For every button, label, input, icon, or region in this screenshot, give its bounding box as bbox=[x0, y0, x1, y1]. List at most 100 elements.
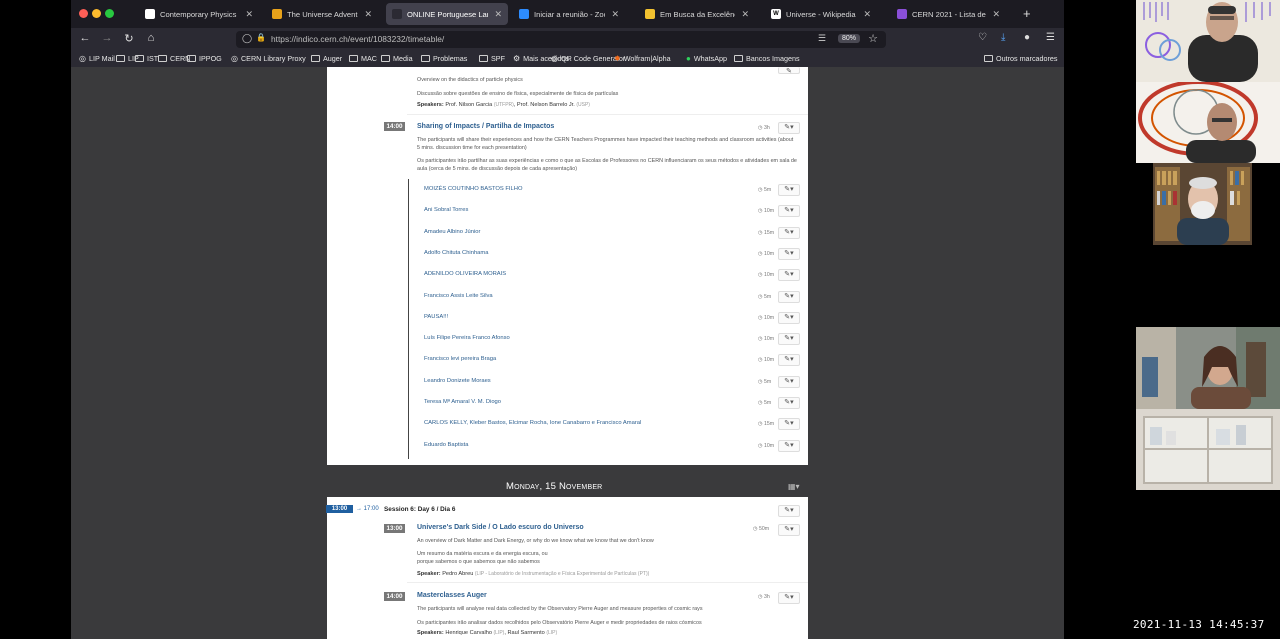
reader-view-icon[interactable]: ☰ bbox=[818, 33, 826, 44]
participant-video-2[interactable] bbox=[1136, 82, 1280, 163]
tab-title: The Universe Adventure - Th bbox=[287, 9, 358, 19]
subcontribution-title[interactable]: Ani Sobral Torres bbox=[424, 207, 468, 213]
speaker-name[interactable]: Prof. Nilson Garcia bbox=[445, 102, 492, 108]
bookmark-item[interactable]: MAC bbox=[349, 54, 377, 63]
speaker-affiliation: (UTFPR) bbox=[493, 102, 514, 108]
bookmark-item[interactable]: ✸ Wolfram|Alpha bbox=[614, 54, 671, 63]
browser-tab[interactable]: Em Busca da Excelência (20 ✕ bbox=[639, 3, 755, 25]
reload-icon[interactable]: ↻ bbox=[121, 32, 137, 45]
bookmark-item[interactable]: ◎ LIP Mail bbox=[79, 54, 115, 63]
browser-tab[interactable]: Iniciar a reunião - Zoom ✕ bbox=[513, 3, 625, 25]
contribution-title[interactable]: Masterclasses Auger bbox=[417, 592, 487, 599]
subcontribution-title[interactable]: MOIZÉS COUTINHO BASTOS FILHO bbox=[424, 186, 522, 192]
star-bookmark-icon[interactable]: ☆ bbox=[868, 32, 878, 45]
maximize-window-button[interactable] bbox=[105, 9, 114, 18]
speaker-name[interactable]: , Raul Sarmento bbox=[504, 630, 544, 636]
url-text[interactable]: https://indico.cern.ch/event/1083232/tim… bbox=[271, 34, 444, 44]
edit-button[interactable]: ✎▾ bbox=[778, 333, 800, 346]
subcontribution-title[interactable]: Francisco levi pereira Braga bbox=[424, 356, 496, 362]
subcontribution-title[interactable]: Teresa Mª Amaral V. M. Diogo bbox=[424, 399, 501, 405]
session-title[interactable]: Session 6: Day 6 / Dia 6 bbox=[384, 506, 455, 513]
bookmark-item[interactable]: CERN bbox=[158, 54, 190, 63]
edit-button[interactable]: ✎▾ bbox=[778, 354, 800, 367]
minimize-window-button[interactable] bbox=[92, 9, 101, 18]
speaker-name[interactable]: Henrique Carvalho bbox=[445, 630, 492, 636]
close-tab-icon[interactable]: ✕ bbox=[494, 9, 502, 20]
edit-button[interactable]: ✎▾ bbox=[778, 397, 800, 409]
contribution-speakers: Speakers: Prof. Nilson Garcia (UTFPR), P… bbox=[417, 102, 590, 108]
back-arrow-icon[interactable]: ← bbox=[77, 32, 93, 44]
participant-video-1[interactable] bbox=[1136, 0, 1280, 82]
subcontribution-title[interactable]: Amadeu Albino Júnior bbox=[424, 229, 480, 235]
edit-button[interactable]: ✎▾ bbox=[778, 311, 800, 324]
edit-button[interactable]: ✎▾ bbox=[778, 524, 800, 536]
edit-button[interactable]: ✎▾ bbox=[778, 205, 800, 218]
edit-button[interactable]: ✎ bbox=[778, 67, 800, 75]
url-bar[interactable]: ◯ 🔒 https://indico.cern.ch/event/1083232… bbox=[236, 31, 886, 48]
bookmark-item[interactable]: Problemas bbox=[421, 54, 467, 63]
forward-arrow-icon[interactable]: → bbox=[99, 32, 115, 44]
contribution-title[interactable]: Universe's Dark Side / O Lado escuro do … bbox=[417, 524, 584, 531]
edit-button[interactable]: ✎▾ bbox=[778, 247, 800, 260]
edit-button[interactable]: ✎▾ bbox=[778, 439, 800, 452]
close-window-button[interactable] bbox=[79, 9, 88, 18]
subcontribution-title[interactable]: Adolfo Chituta Chinhama bbox=[424, 250, 488, 256]
close-tab-icon[interactable]: ✕ bbox=[611, 9, 619, 20]
bookmark-label: WhatsApp bbox=[693, 54, 728, 63]
participant-video-4[interactable] bbox=[1136, 327, 1280, 490]
calendar-icon[interactable]: ▦▾ bbox=[788, 482, 800, 491]
lock-icon[interactable]: 🔒 bbox=[256, 33, 266, 42]
subcontribution-title[interactable]: CARLOS KELLY, Kleber Bastos, Elcimar Roc… bbox=[424, 420, 641, 426]
browser-tab[interactable]: ONLINE Portuguese Langua ✕ bbox=[386, 3, 508, 25]
edit-button[interactable]: ✎▾ bbox=[778, 505, 800, 517]
browser-tab[interactable]: CERN 2021 - Lista de prese ✕ bbox=[891, 3, 1006, 25]
new-tab-button[interactable]: + bbox=[1023, 6, 1031, 21]
subcontribution-title[interactable]: Eduardo Baptista bbox=[424, 442, 468, 448]
edit-button[interactable]: ✎▾ bbox=[778, 375, 800, 388]
participant-video-3[interactable] bbox=[1153, 163, 1252, 245]
extensions-icon[interactable]: ● bbox=[1024, 32, 1030, 43]
subcontribution-duration: ◷ 15m bbox=[758, 230, 774, 236]
subcontribution-title[interactable]: ADENILDO OLIVEIRA MORAIS bbox=[424, 271, 506, 277]
close-tab-icon[interactable]: ✕ bbox=[992, 9, 1000, 20]
close-tab-icon[interactable]: ✕ bbox=[245, 9, 253, 20]
browser-tab[interactable]: The Universe Adventure - Th ✕ bbox=[266, 3, 378, 25]
home-icon[interactable]: ⌂ bbox=[143, 32, 159, 44]
speaker-name[interactable]: , Prof. Nelson Barrelo Jr. bbox=[514, 102, 575, 108]
edit-button[interactable]: ✎▾ bbox=[778, 122, 800, 134]
edit-button[interactable]: ✎▾ bbox=[778, 290, 800, 303]
bookmark-item[interactable]: IPPOG bbox=[187, 54, 222, 63]
contribution-description-en: The participants will analyse real data … bbox=[417, 606, 703, 612]
browser-tab[interactable]: W Universe - Wikipedia ✕ bbox=[765, 3, 877, 25]
bookmark-item[interactable]: Bancos Imagens bbox=[734, 54, 800, 63]
bookmark-item[interactable]: SPF bbox=[479, 54, 505, 63]
bookmark-item[interactable]: Outros marcadores bbox=[984, 54, 1058, 63]
contribution-title[interactable]: Sharing of Impacts / Partilha de Impacto… bbox=[417, 123, 554, 130]
bookmark-item[interactable]: ◎ CERN Library Proxy bbox=[231, 54, 306, 63]
subcontribution-title[interactable]: Leandro Donizete Moraes bbox=[424, 378, 491, 384]
menu-icon[interactable]: ☰ bbox=[1046, 32, 1055, 43]
edit-button[interactable]: ✎▾ bbox=[778, 184, 800, 196]
bookmark-item[interactable]: IST bbox=[135, 54, 158, 63]
pocket-icon[interactable]: ♡ bbox=[978, 32, 987, 43]
speaker-name[interactable]: Pedro Abreu bbox=[442, 571, 473, 577]
shield-icon[interactable]: ◯ bbox=[242, 33, 252, 44]
zoom-level-badge[interactable]: 80% bbox=[837, 34, 860, 43]
subcontribution-title[interactable]: Luís Filipe Pereira Franco Afonso bbox=[424, 335, 510, 341]
edit-button[interactable]: ✎▾ bbox=[778, 418, 800, 431]
edit-button[interactable]: ✎▾ bbox=[778, 269, 800, 282]
browser-tab[interactable]: Contemporary Physics Edu ✕ bbox=[139, 3, 259, 25]
bookmark-item[interactable]: ● WhatsApp bbox=[686, 54, 727, 63]
edit-button[interactable]: ✎▾ bbox=[778, 226, 800, 239]
downloads-icon[interactable]: ⤓ bbox=[1001, 32, 1005, 43]
close-tab-icon[interactable]: ✕ bbox=[863, 9, 871, 20]
subcontribution-duration: ◷ 5m bbox=[758, 400, 771, 406]
bookmark-item[interactable]: Auger bbox=[311, 54, 342, 63]
bookmark-item[interactable]: Media bbox=[381, 54, 413, 63]
close-tab-icon[interactable]: ✕ bbox=[364, 9, 372, 20]
participant-video-frame bbox=[1136, 327, 1280, 490]
close-tab-icon[interactable]: ✕ bbox=[741, 9, 749, 20]
subcontribution-title[interactable]: PAUSA!!! bbox=[424, 314, 448, 320]
subcontribution-title[interactable]: Francisco Assis Leite Silva bbox=[424, 293, 493, 299]
edit-button[interactable]: ✎▾ bbox=[778, 592, 800, 604]
